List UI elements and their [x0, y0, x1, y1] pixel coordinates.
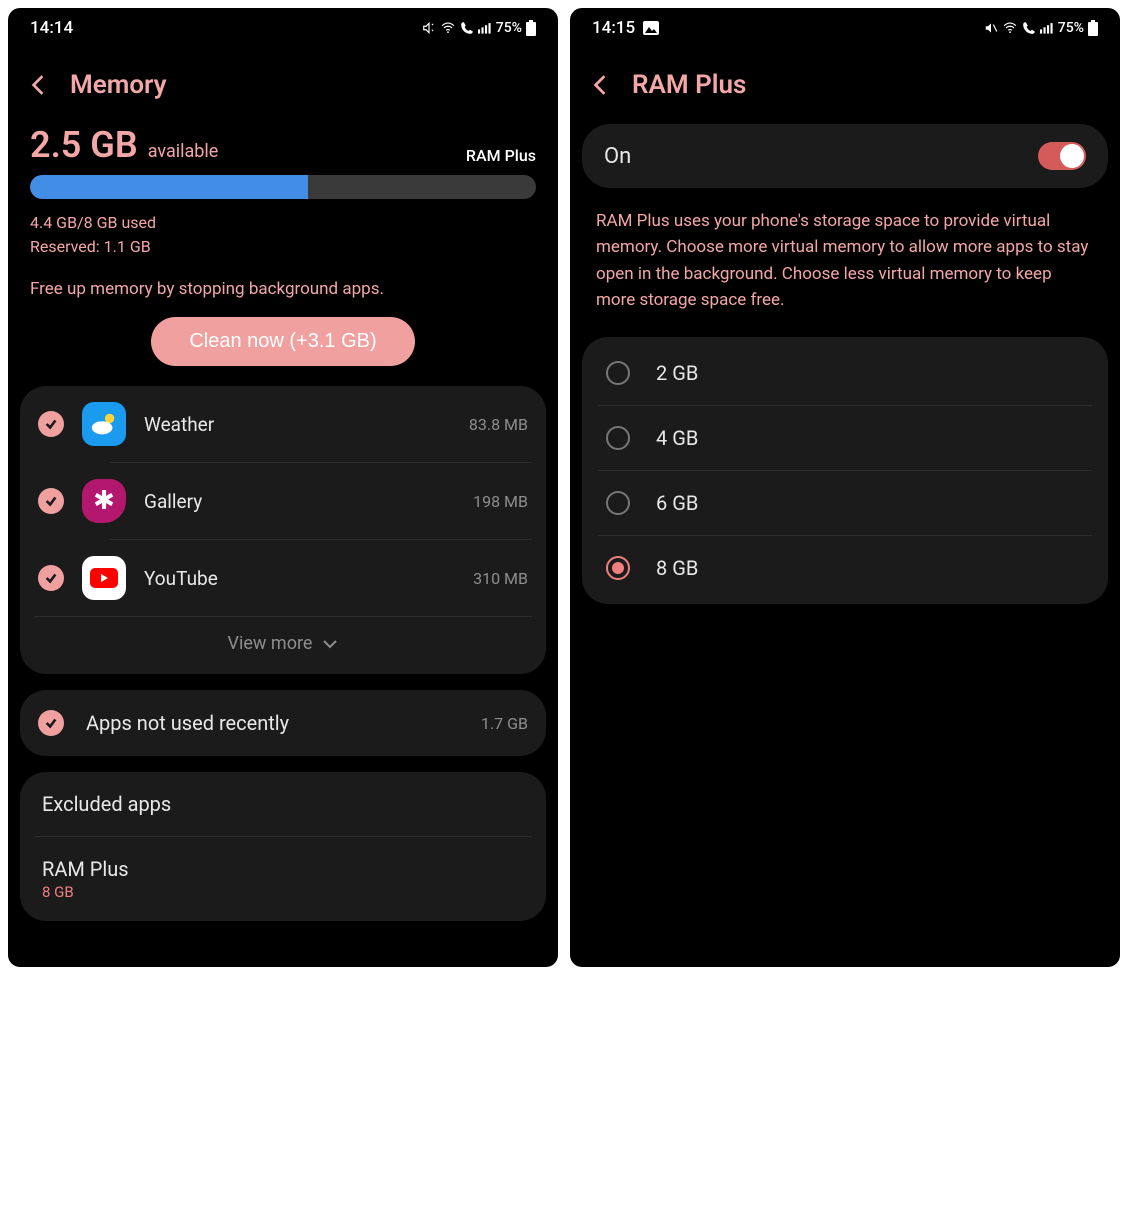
back-button[interactable]: [592, 74, 614, 96]
setting-ram-plus[interactable]: RAM Plus 8 GB: [34, 836, 532, 921]
setting-excluded-apps[interactable]: Excluded apps: [34, 772, 532, 836]
app-size: 198 MB: [473, 492, 528, 511]
wifi-icon: [440, 21, 456, 35]
status-icons: 75%: [984, 20, 1098, 36]
checkbox-icon[interactable]: [38, 411, 64, 437]
not-used-card[interactable]: Apps not used recently 1.7 GB: [20, 690, 546, 756]
view-more-button[interactable]: View more: [34, 616, 532, 674]
radio-options-card: 2 GB 4 GB 6 GB 8 GB: [582, 337, 1108, 604]
settings-card: Excluded apps RAM Plus 8 GB: [20, 772, 546, 921]
phone-memory: 14:14 75% Memory 2.5 GB available RAM Pl…: [8, 8, 558, 967]
memory-reserved-text: Reserved: 1.1 GB: [30, 235, 536, 259]
mute-icon: [984, 21, 998, 35]
call-icon: [1022, 21, 1036, 35]
status-battery: 75%: [1058, 20, 1084, 36]
app-size: 83.8 MB: [469, 415, 528, 434]
toggle-switch[interactable]: [1038, 142, 1086, 170]
toggle-card[interactable]: On: [582, 124, 1108, 188]
status-time: 14:15: [592, 18, 635, 38]
memory-bar: [30, 175, 536, 199]
status-bar: 14:15 75%: [570, 8, 1120, 42]
checkbox-icon[interactable]: [38, 565, 64, 591]
signal-icon: [478, 22, 492, 34]
memory-bar-fill: [30, 175, 308, 199]
phone-ramplus: 14:15 75% RAM Plus On RAM Plus uses your…: [570, 8, 1120, 967]
memory-hint: Free up memory by stopping background ap…: [30, 279, 536, 299]
header: Memory: [8, 42, 558, 124]
app-name: Gallery: [144, 490, 455, 513]
radio-icon: [606, 491, 630, 515]
wifi-icon: [1002, 21, 1018, 35]
back-button[interactable]: [30, 74, 52, 96]
mute-icon: [422, 21, 436, 35]
radio-option-4gb[interactable]: 4 GB: [598, 406, 1092, 471]
call-icon: [460, 21, 474, 35]
battery-icon: [526, 20, 536, 36]
app-name: YouTube: [144, 567, 455, 590]
page-title: Memory: [70, 70, 167, 100]
radio-option-2gb[interactable]: 2 GB: [598, 341, 1092, 406]
toggle-label: On: [604, 144, 631, 169]
status-bar: 14:14 75%: [8, 8, 558, 42]
not-used-size: 1.7 GB: [481, 714, 528, 733]
app-row-gallery[interactable]: ✱ Gallery 198 MB: [34, 463, 532, 539]
checkbox-icon[interactable]: [38, 710, 64, 736]
weather-icon: [82, 402, 126, 446]
youtube-icon: [82, 556, 126, 600]
ramplus-description: RAM Plus uses your phone's storage space…: [570, 208, 1120, 337]
header: RAM Plus: [570, 42, 1120, 124]
apps-card: Weather 83.8 MB ✱ Gallery 198 MB YouTube…: [20, 386, 546, 674]
status-time: 14:14: [30, 18, 73, 38]
gallery-icon: ✱: [82, 479, 126, 523]
battery-icon: [1088, 20, 1098, 36]
radio-icon-selected: [606, 556, 630, 580]
app-row-youtube[interactable]: YouTube 310 MB: [34, 540, 532, 616]
page-title: RAM Plus: [632, 70, 746, 100]
image-icon: [643, 21, 659, 35]
clean-now-button[interactable]: Clean now (+3.1 GB): [151, 317, 414, 366]
signal-icon: [1040, 22, 1054, 34]
app-row-weather[interactable]: Weather 83.8 MB: [34, 386, 532, 462]
status-icons: 75%: [422, 20, 536, 36]
radio-icon: [606, 361, 630, 385]
not-used-label: Apps not used recently: [86, 711, 463, 735]
app-size: 310 MB: [473, 569, 528, 588]
chevron-down-icon: [322, 639, 338, 649]
memory-used-text: 4.4 GB/8 GB used: [30, 211, 536, 235]
status-battery: 75%: [496, 20, 522, 36]
radio-option-8gb[interactable]: 8 GB: [598, 536, 1092, 600]
app-name: Weather: [144, 413, 451, 436]
radio-icon: [606, 426, 630, 450]
radio-option-6gb[interactable]: 6 GB: [598, 471, 1092, 536]
checkbox-icon[interactable]: [38, 488, 64, 514]
